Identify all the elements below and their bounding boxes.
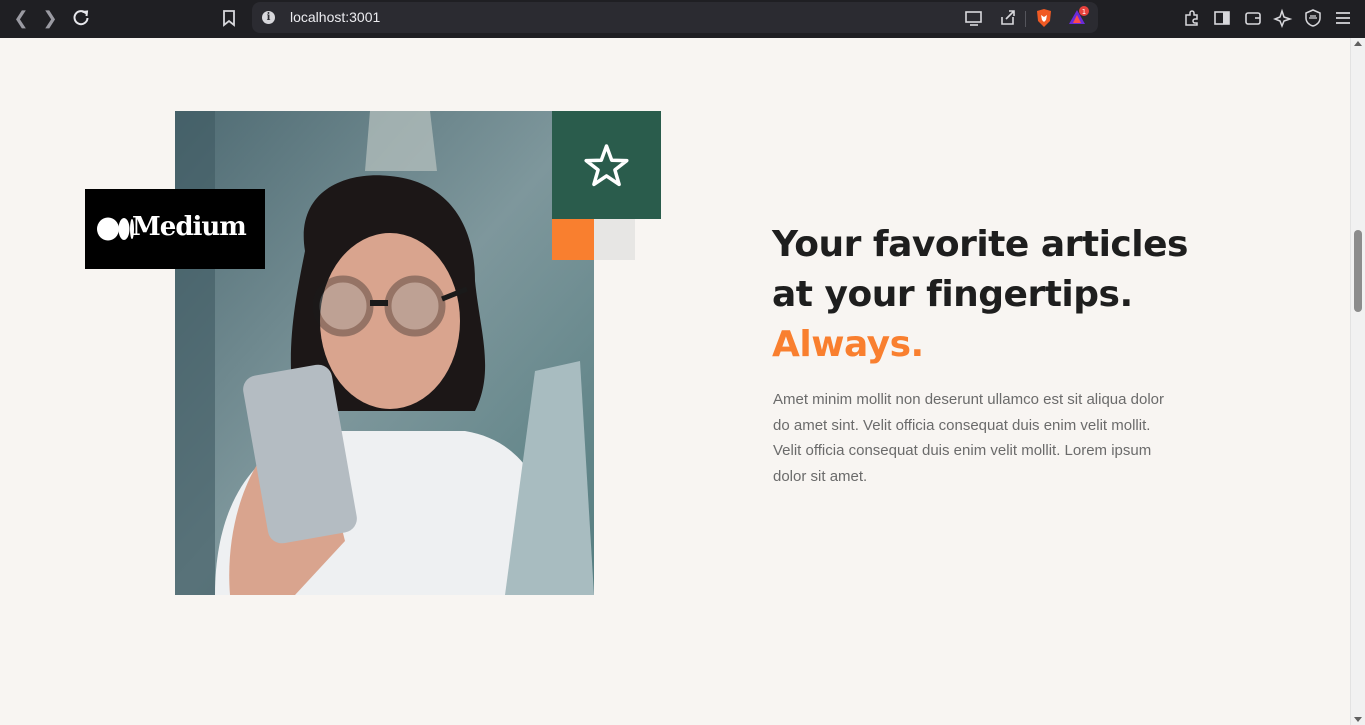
brave-shield-icon[interactable] <box>1034 8 1054 28</box>
headline-accent: Always. <box>772 324 924 365</box>
wallet-icon[interactable] <box>1243 8 1263 28</box>
cast-icon[interactable] <box>964 8 984 28</box>
star-badge <box>552 111 661 219</box>
menu-icon[interactable] <box>1333 8 1353 28</box>
scroll-down-icon[interactable] <box>1354 717 1362 722</box>
star-icon <box>584 144 629 187</box>
brave-rewards-icon[interactable]: 1 <box>1068 6 1089 26</box>
page-scrollbar[interactable] <box>1350 38 1365 725</box>
medium-logo-badge: Medium <box>85 189 265 269</box>
reload-icon[interactable] <box>71 8 91 28</box>
page-content: Medium Your favorite articles at your fi… <box>0 38 1350 725</box>
vpn-icon[interactable] <box>1303 8 1323 28</box>
hero-photo <box>175 111 594 595</box>
leo-ai-icon[interactable] <box>1272 8 1293 29</box>
hero-description: Amet minim mollit non deserunt ullamco e… <box>773 391 1165 485</box>
back-icon[interactable]: ❮ <box>10 7 32 29</box>
medium-logo-text: Medium <box>132 212 247 242</box>
accent-square-orange <box>552 219 594 260</box>
sidebar-icon[interactable] <box>1212 8 1232 28</box>
headline-line-2: at your fingertips. <box>772 274 1133 315</box>
accent-square-gray <box>594 219 635 260</box>
notification-badge: 1 <box>1082 8 1086 16</box>
bookmark-icon[interactable] <box>219 8 239 28</box>
browser-toolbar: ❮ ❯ i localhost:3001 1 <box>0 0 1365 38</box>
site-info-icon[interactable]: i <box>262 11 275 24</box>
hero-headline: Your favorite articles at your fingertip… <box>772 220 1232 370</box>
address-bar[interactable]: i localhost:3001 1 <box>252 2 1098 33</box>
url-text[interactable]: localhost:3001 <box>290 9 380 25</box>
forward-icon[interactable]: ❯ <box>39 7 61 29</box>
scroll-up-icon[interactable] <box>1354 41 1362 46</box>
scrollbar-thumb[interactable] <box>1354 230 1362 312</box>
extensions-icon[interactable] <box>1182 8 1202 28</box>
share-icon[interactable] <box>998 8 1018 28</box>
headline-line-1: Your favorite articles <box>772 224 1188 265</box>
